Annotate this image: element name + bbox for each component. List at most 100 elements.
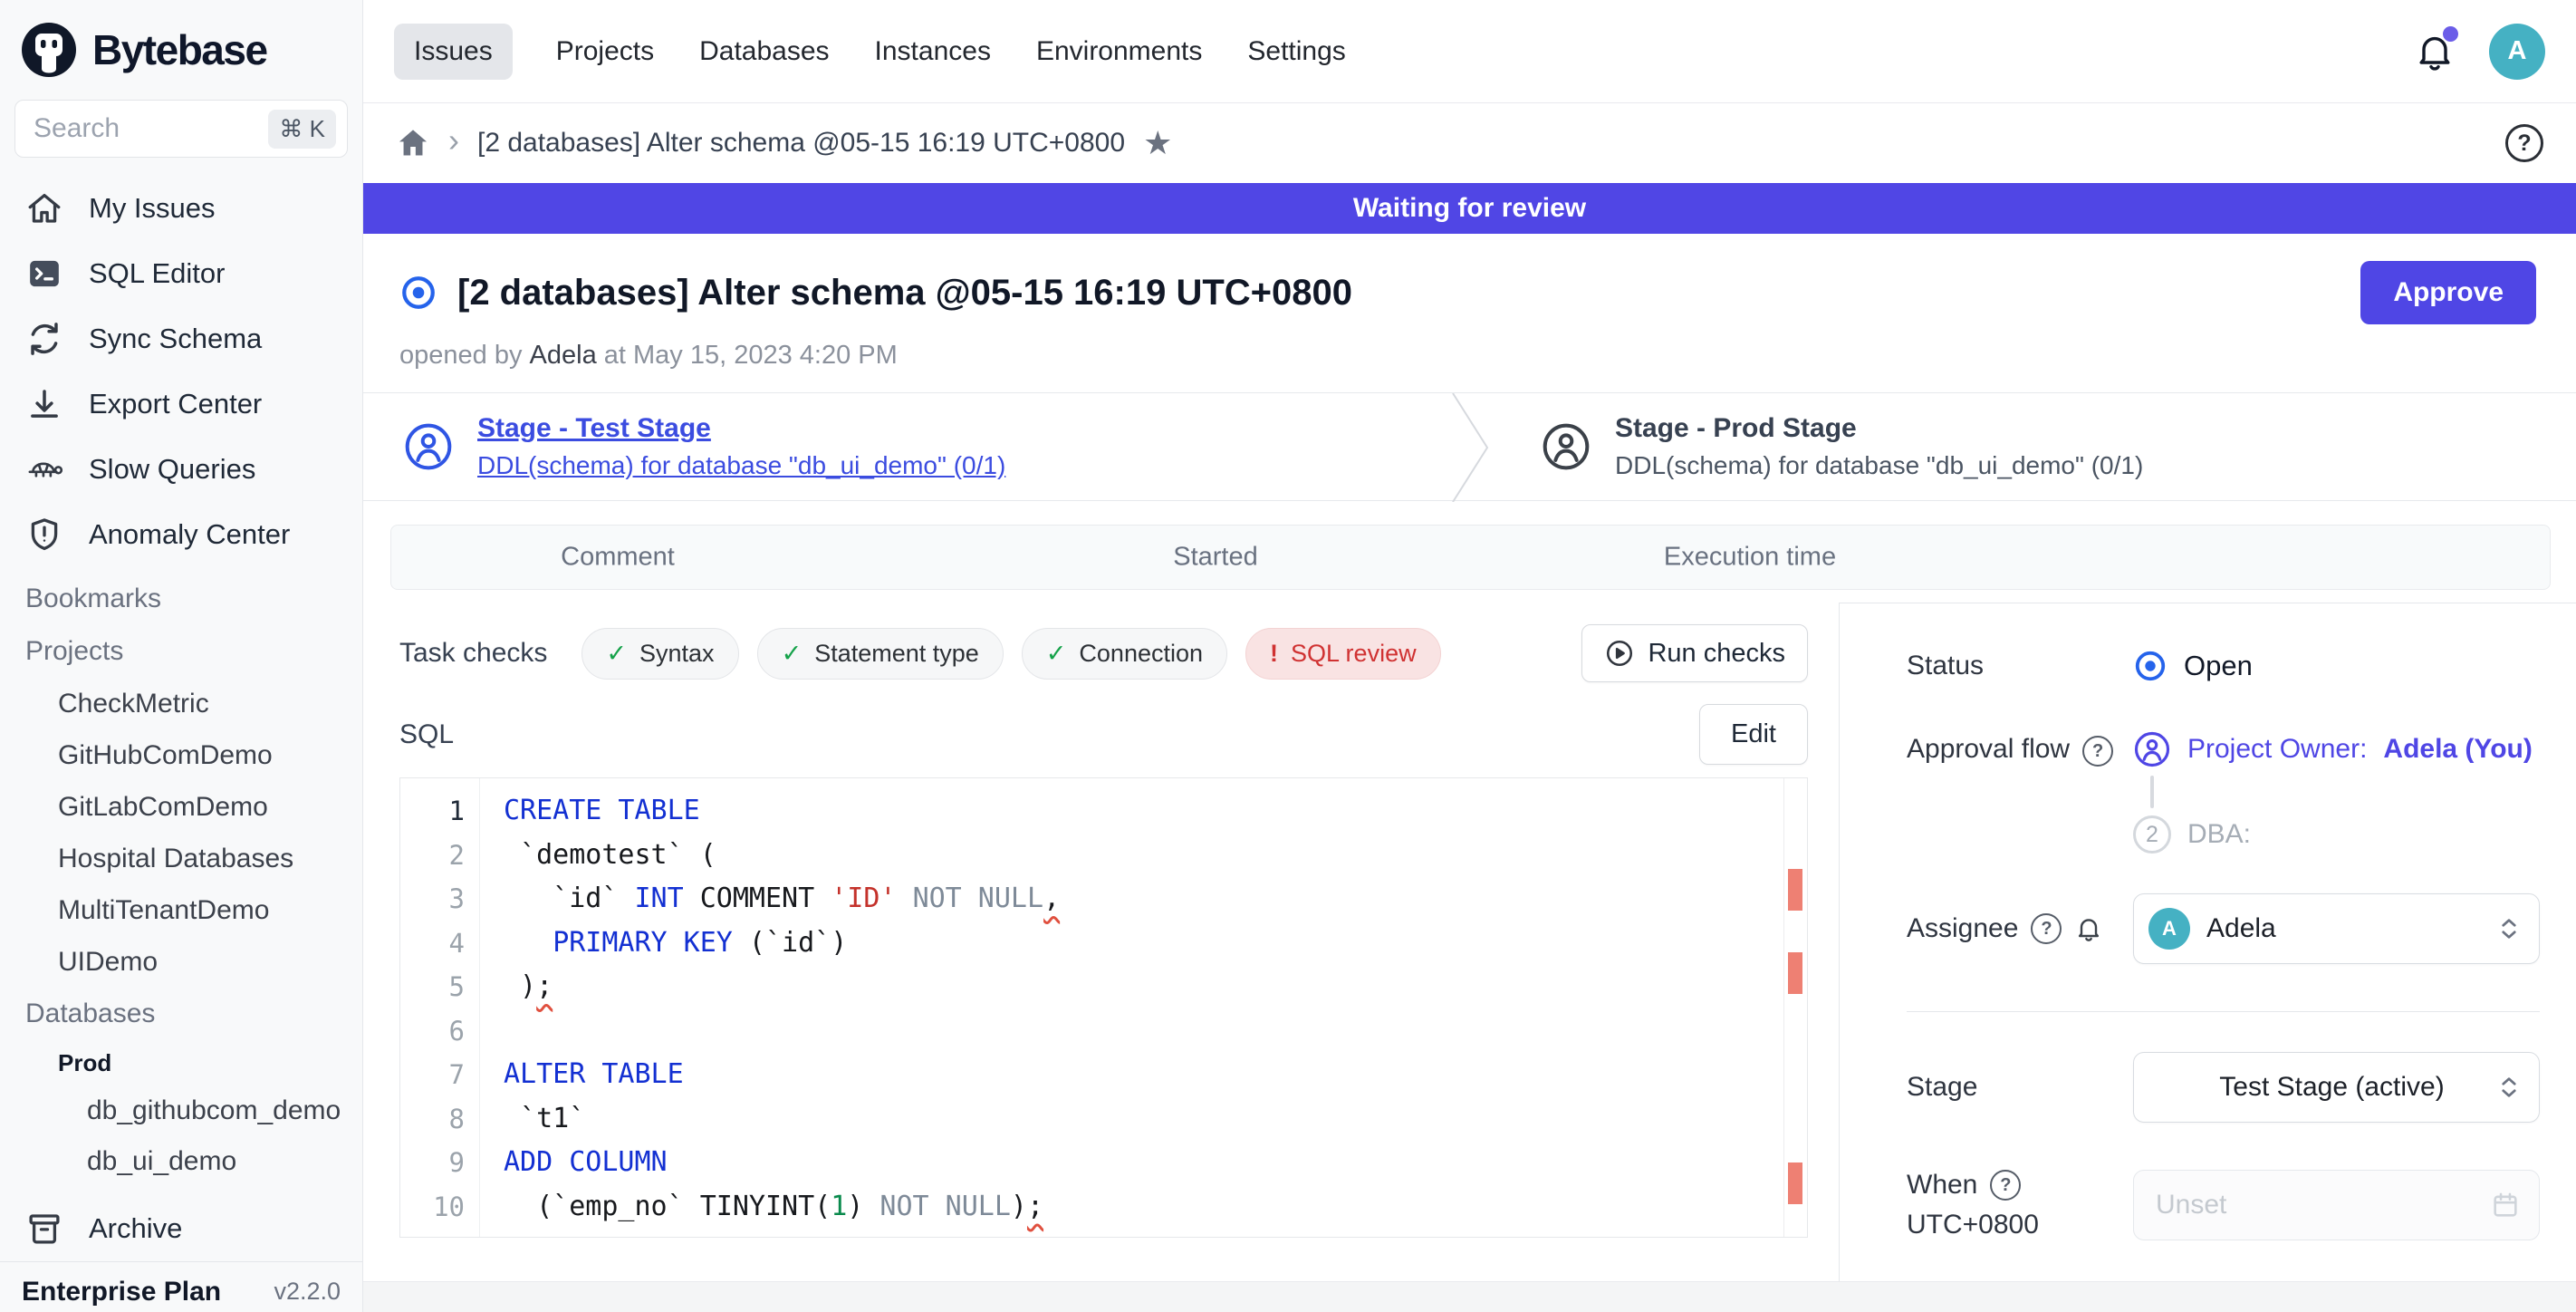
stage-name: Stage - Test Stage xyxy=(477,413,1005,444)
sidebar-project-item[interactable]: UIDemo xyxy=(0,936,362,988)
breadcrumb-item[interactable]: [2 databases] Alter schema @05-15 16:19 … xyxy=(477,128,1125,159)
plan-name: Enterprise Plan xyxy=(22,1277,221,1307)
notification-dot xyxy=(2443,26,2458,42)
sidebar-item-sql-editor[interactable]: SQL Editor xyxy=(0,241,362,306)
stage-select[interactable]: Test Stage (active) xyxy=(2133,1052,2540,1123)
top-nav-tab[interactable]: Instances xyxy=(873,24,993,80)
stage-select-row: Stage Test Stage (active) xyxy=(1907,1052,2540,1123)
top-nav-tab[interactable]: Environments xyxy=(1034,24,1204,80)
person-circle-icon xyxy=(1541,421,1591,472)
sidebar-item-archive[interactable]: Archive xyxy=(0,1196,362,1261)
editor-code-area[interactable]: CREATE TABLE `demotest` ( `id` INT COMME… xyxy=(480,778,1783,1237)
status-banner: Waiting for review xyxy=(363,183,2576,234)
issue-sidebar-panel: Status Open Approval flow ? xyxy=(1839,603,2576,1312)
code-line xyxy=(504,1009,1783,1054)
main-column: Issues Projects Databases Instances Environm… xyxy=(363,0,2576,1312)
stage-task-link[interactable]: DDL(schema) for database "db_ui_demo" (0… xyxy=(477,451,1005,480)
column-header-started: Started xyxy=(1173,543,1258,573)
stage-prod-stage[interactable]: Stage - Prod Stage DDL(schema) for datab… xyxy=(1492,393,2143,500)
task-checks-label: Task checks xyxy=(399,638,547,669)
sidebar-databases-list: db_githubcom_demodb_ui_demo xyxy=(0,1085,362,1187)
code-line: `id` INT COMMENT 'ID' NOT NULL, xyxy=(504,877,1783,921)
sidebar-project-item[interactable]: GitLabComDemo xyxy=(0,781,362,833)
notifications-bell-icon[interactable] xyxy=(2413,30,2456,73)
top-nav-tab[interactable]: Databases xyxy=(697,24,831,80)
sidebar-item-export-center[interactable]: Export Center xyxy=(0,371,362,437)
task-check-pill[interactable]: ✓ Connection xyxy=(1022,628,1227,680)
selector-chevrons-icon xyxy=(2495,915,2523,942)
bottom-strip xyxy=(363,1281,2576,1312)
approval-step-badge: 2 xyxy=(2133,815,2171,854)
stage-task: DDL(schema) for database "db_ui_demo" (0… xyxy=(1615,451,2143,480)
sidebar-project-item[interactable]: Hospital Databases xyxy=(0,833,362,884)
logo[interactable]: Bytebase xyxy=(0,0,362,100)
approve-button[interactable]: Approve xyxy=(2360,261,2536,324)
issue-author: Adela xyxy=(530,341,597,370)
when-date-input[interactable]: Unset xyxy=(2133,1170,2540,1240)
help-icon[interactable]: ? xyxy=(2082,736,2113,767)
sidebar-item-sync-schema[interactable]: Sync Schema xyxy=(0,306,362,371)
sidebar-database-item[interactable]: db_githubcom_demo xyxy=(0,1085,362,1136)
stage-separator-chevron xyxy=(1450,393,1492,502)
sidebar-item-label: Anomaly Center xyxy=(89,518,290,551)
sidebar-item-label: SQL Editor xyxy=(89,257,225,290)
bell-icon[interactable] xyxy=(2074,914,2103,943)
sidebar-project-item[interactable]: MultiTenantDemo xyxy=(0,884,362,936)
task-check-pill[interactable]: ✓ Statement type xyxy=(757,628,1004,680)
stage-pipeline: Stage - Test Stage DDL(schema) for datab… xyxy=(363,392,2576,501)
sidebar-item-anomaly-center[interactable]: Anomaly Center xyxy=(0,502,362,567)
assignee-select[interactable]: A Adela xyxy=(2133,893,2540,964)
code-line: CREATE TABLE xyxy=(504,789,1783,834)
task-check-pill[interactable]: ! SQL review xyxy=(1245,628,1441,680)
bookmarks-heading: Bookmarks xyxy=(0,573,362,625)
column-header-comment: Comment xyxy=(561,543,675,573)
person-circle-icon xyxy=(403,421,454,472)
approval-user[interactable]: Adela (You) xyxy=(2383,734,2532,765)
sidebar-database-item[interactable]: db_ui_demo xyxy=(0,1136,362,1187)
sql-editor[interactable]: 12345678910 CREATE TABLE `demotest` ( `i… xyxy=(399,777,1808,1238)
home-icon[interactable] xyxy=(396,126,430,160)
avatar[interactable]: A xyxy=(2489,24,2545,80)
code-line: `t1` xyxy=(504,1097,1783,1142)
task-check-pill[interactable]: ✓ Syntax xyxy=(582,628,738,680)
sidebar-project-item[interactable]: CheckMetric xyxy=(0,678,362,729)
top-nav-tab[interactable]: Projects xyxy=(554,24,656,80)
turtle-icon xyxy=(25,450,63,488)
issue-title: [2 databases] Alter schema @05-15 16:19 … xyxy=(457,273,1352,314)
when-timezone: UTC+0800 xyxy=(1907,1210,2039,1240)
approval-flow-label: Approval flow ? xyxy=(1907,730,2133,854)
stage-name: Stage - Prod Stage xyxy=(1615,413,2143,444)
sidebar-project-item[interactable]: GitHubComDemo xyxy=(0,729,362,781)
approval-flow-row: Approval flow ? Project Owner: Adela (Yo… xyxy=(1907,730,2540,854)
approval-connector xyxy=(2150,776,2154,808)
top-nav-tab[interactable]: Issues xyxy=(394,24,513,80)
edit-sql-button[interactable]: Edit xyxy=(1699,704,1808,765)
breadcrumb-chevron: › xyxy=(448,124,459,162)
when-placeholder: Unset xyxy=(2156,1190,2490,1220)
top-nav-tab[interactable]: Settings xyxy=(1245,24,1347,80)
when-row: When ? UTC+0800 Unset xyxy=(1907,1170,2540,1240)
help-icon[interactable]: ? xyxy=(1990,1170,2021,1201)
code-line: ADD COLUMN xyxy=(504,1141,1783,1185)
status-row: Status Open xyxy=(1907,649,2540,683)
sidebar-item-slow-queries[interactable]: Slow Queries xyxy=(0,437,362,502)
assignee-value: Adela xyxy=(2206,913,2479,944)
task-checks-row: Task checks ✓ Syntax ✓ Statement type ✓ … xyxy=(399,624,1808,682)
sidebar-projects-list: CheckMetricGitHubComDemoGitLabComDemoHos… xyxy=(0,678,362,988)
download-icon xyxy=(25,385,63,423)
stage-test-stage[interactable]: Stage - Test Stage DDL(schema) for datab… xyxy=(363,393,1450,500)
projects-heading: Projects xyxy=(0,625,362,678)
approval-role: Project Owner: xyxy=(2187,734,2367,765)
run-checks-button[interactable]: Run checks xyxy=(1581,624,1808,682)
star-icon[interactable]: ★ xyxy=(1143,124,1172,162)
help-icon[interactable]: ? xyxy=(2031,913,2062,944)
column-header-execution-time: Execution time xyxy=(1664,543,1836,573)
search-input[interactable]: Search ⌘ K xyxy=(14,100,348,158)
bytebase-logo-icon xyxy=(20,21,78,79)
sidebar-item-my-issues[interactable]: My Issues xyxy=(0,176,362,241)
play-circle-icon xyxy=(1604,638,1635,669)
sync-icon xyxy=(25,320,63,358)
help-icon[interactable]: ? xyxy=(2505,124,2543,162)
sidebar-item-label: My Issues xyxy=(89,192,216,225)
sql-section-header: SQL Edit xyxy=(399,704,1808,765)
